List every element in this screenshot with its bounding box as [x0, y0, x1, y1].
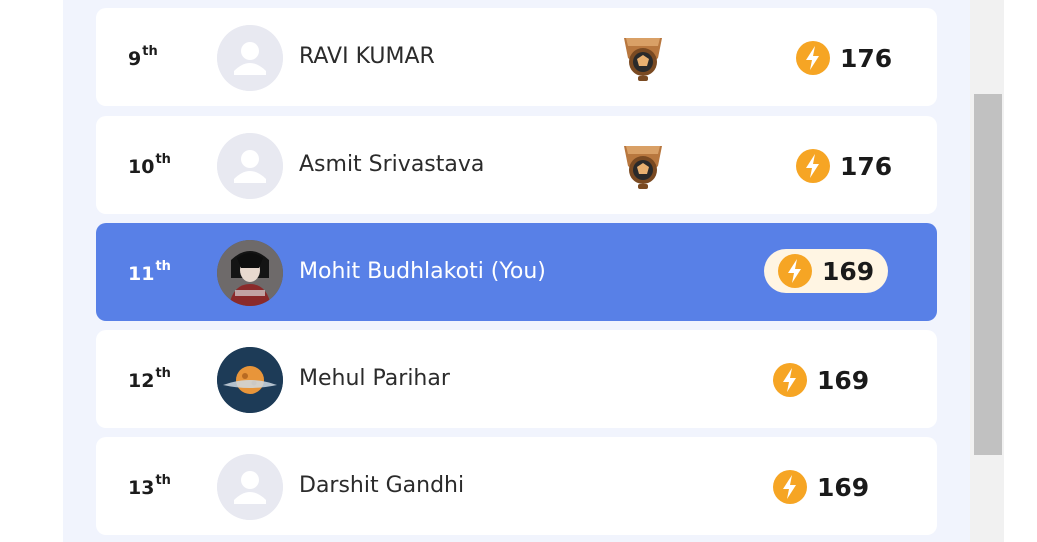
- score: 169: [773, 465, 869, 509]
- scrollbar-thumb[interactable]: [974, 94, 1002, 455]
- default-avatar-icon: [217, 25, 283, 91]
- bolt-icon: [778, 254, 812, 288]
- rank-label: 13th: [128, 473, 171, 499]
- user-name: Mohit Budhlakoti (You): [299, 259, 546, 284]
- leaderboard-row[interactable]: 12th Mehul Parihar 169: [96, 330, 937, 428]
- score: 176: [796, 144, 892, 188]
- user-name: Asmit Srivastava: [299, 152, 485, 177]
- rank-label: 11th: [128, 259, 171, 285]
- user-avatar: [217, 240, 283, 306]
- default-avatar-icon: [217, 133, 283, 199]
- rank-label: 9th: [128, 44, 158, 70]
- user-name: RAVI KUMAR: [299, 44, 435, 69]
- bronze-trophy-icon: [624, 38, 662, 81]
- leaderboard-row-current-user[interactable]: 11th Mohit Budhlakoti (You) 169: [96, 223, 937, 321]
- bronze-trophy-icon: [624, 146, 662, 189]
- score: 176: [796, 36, 892, 80]
- bolt-icon: [773, 470, 807, 504]
- rank-label: 10th: [128, 152, 171, 178]
- bolt-icon: [796, 149, 830, 183]
- bolt-icon: [796, 41, 830, 75]
- rank-label: 12th: [128, 366, 171, 392]
- default-avatar-icon: [217, 454, 283, 520]
- score-pill: 169: [764, 249, 889, 293]
- score: 169: [773, 358, 869, 402]
- leaderboard-row[interactable]: 13th Darshit Gandhi 169: [96, 437, 937, 535]
- leaderboard-row[interactable]: 9th RAVI KUMAR 176: [96, 8, 937, 106]
- leaderboard-row[interactable]: 10th Asmit Srivastava 176: [96, 116, 937, 214]
- user-name: Darshit Gandhi: [299, 473, 465, 498]
- user-avatar: [217, 347, 283, 413]
- bolt-icon: [773, 363, 807, 397]
- user-name: Mehul Parihar: [299, 366, 450, 391]
